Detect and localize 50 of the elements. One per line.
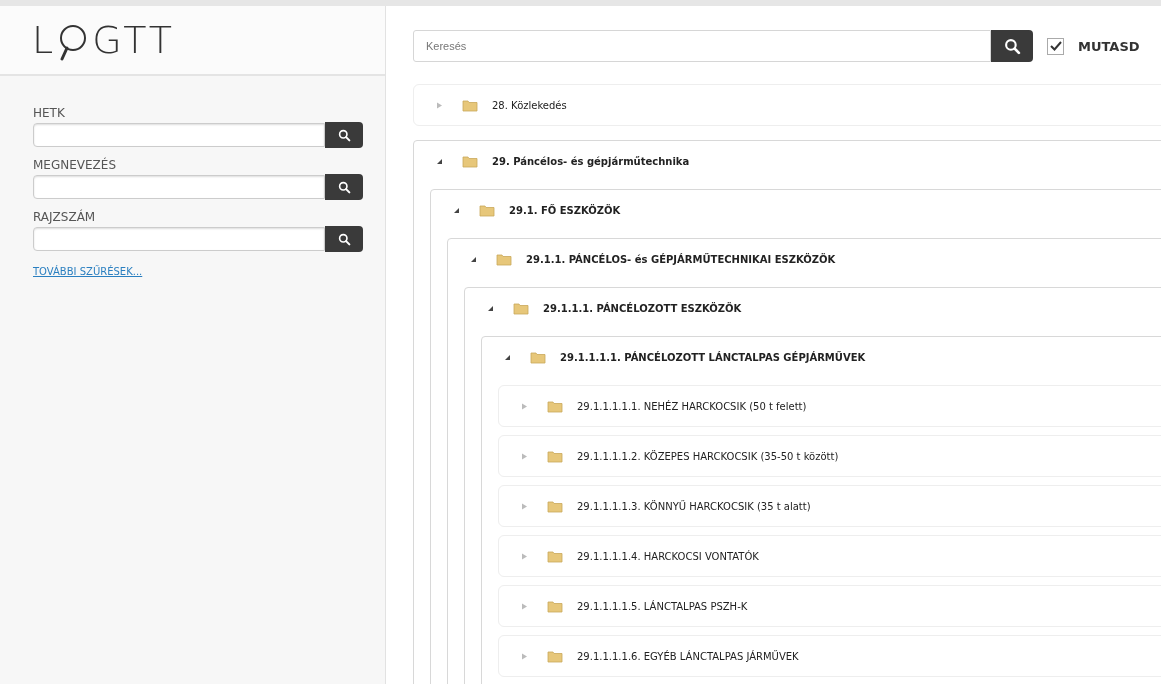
logo-text: L — [32, 18, 57, 62]
filter-label: RAJZSZÁM — [33, 210, 97, 224]
search-icon — [337, 180, 351, 194]
expanded-triangle-icon[interactable] — [452, 206, 460, 214]
checkmark-icon — [1049, 41, 1062, 51]
folder-icon — [547, 549, 563, 563]
tree-node-label[interactable]: 29.1.1.1.1.2. KÖZEPES HARCKOCSIK (35-50 t között) — [577, 450, 839, 462]
tree-node-label[interactable]: 29.1.1.1. PÁNCÉLOZOTT ESZKÖZÖK — [543, 302, 742, 314]
filter-label: HETK — [33, 106, 66, 120]
folder-icon — [479, 203, 495, 217]
folder-icon — [530, 350, 546, 364]
logo-text: GTT — [92, 18, 176, 62]
search-icon — [337, 232, 351, 246]
search-field[interactable]: Keresés — [413, 30, 991, 62]
tree-node-label[interactable]: 29.1.1.1.1.5. LÁNCTALPAS PSZH-K — [577, 600, 748, 612]
folder-icon — [513, 301, 529, 315]
tree-node-label[interactable]: 29.1.1.1.1.4. HARCKOCSI VONTATÓK — [577, 550, 759, 562]
filter-input-field[interactable] — [33, 123, 325, 147]
folder-icon — [547, 649, 563, 663]
tree-node-label[interactable]: 29.1.1.1.1.6. EGYÉB LÁNCTALPAS JÁRMŰVEK — [577, 650, 799, 662]
filter-input-field[interactable] — [33, 175, 325, 199]
search-button[interactable] — [325, 226, 363, 252]
tree-node-label[interactable]: 29.1. FŐ ESZKÖZÖK — [509, 204, 621, 216]
tree-node-label[interactable]: 29.1.1.1.1. PÁNCÉLOZOTT LÁNCTALPAS GÉPJÁRMŰVEK — [560, 351, 866, 363]
filter-input-field[interactable] — [33, 227, 325, 251]
search-icon — [337, 128, 351, 142]
tree-node-label[interactable]: 28. Közlekedés — [492, 99, 567, 111]
show-checkbox[interactable] — [1047, 37, 1064, 55]
folder-icon — [547, 599, 563, 613]
tree-node-label[interactable]: 29.1.1. PÁNCÉLOS- és GÉPJÁRMŰTECHNIKAI ESZKÖZÖK — [526, 253, 836, 265]
show-option-label: MUTASD — [1078, 38, 1140, 54]
search-button[interactable] — [325, 122, 363, 148]
filter-label: MEGNEVEZÉS — [33, 158, 117, 172]
expanded-triangle-icon[interactable] — [435, 157, 443, 165]
search-icon — [1003, 37, 1021, 55]
folder-icon — [462, 154, 478, 168]
folder-icon — [547, 499, 563, 513]
tree-node-label[interactable]: 29.1.1.1.1.3. KÖNNYŰ HARCKOCSIK (35 t alatt) — [577, 500, 811, 512]
expanded-triangle-icon[interactable] — [469, 255, 477, 263]
tree-node-label[interactable]: 29. Páncélos- és gépjárműtechnika — [492, 155, 690, 167]
tree-node-label[interactable]: 29.1.1.1.1.1. NEHÉZ HARCKOCSIK (50 t felett) — [577, 400, 807, 412]
search-button[interactable] — [325, 174, 363, 200]
folder-icon — [496, 252, 512, 266]
folder-icon — [547, 449, 563, 463]
search-button[interactable] — [991, 30, 1033, 62]
more-filters-link[interactable]: TOVÁBBI SZŰRÉSEK... — [33, 266, 143, 277]
expanded-triangle-icon[interactable] — [503, 353, 511, 361]
folder-icon — [547, 399, 563, 413]
expanded-triangle-icon[interactable] — [486, 304, 494, 312]
folder-icon — [462, 98, 478, 112]
